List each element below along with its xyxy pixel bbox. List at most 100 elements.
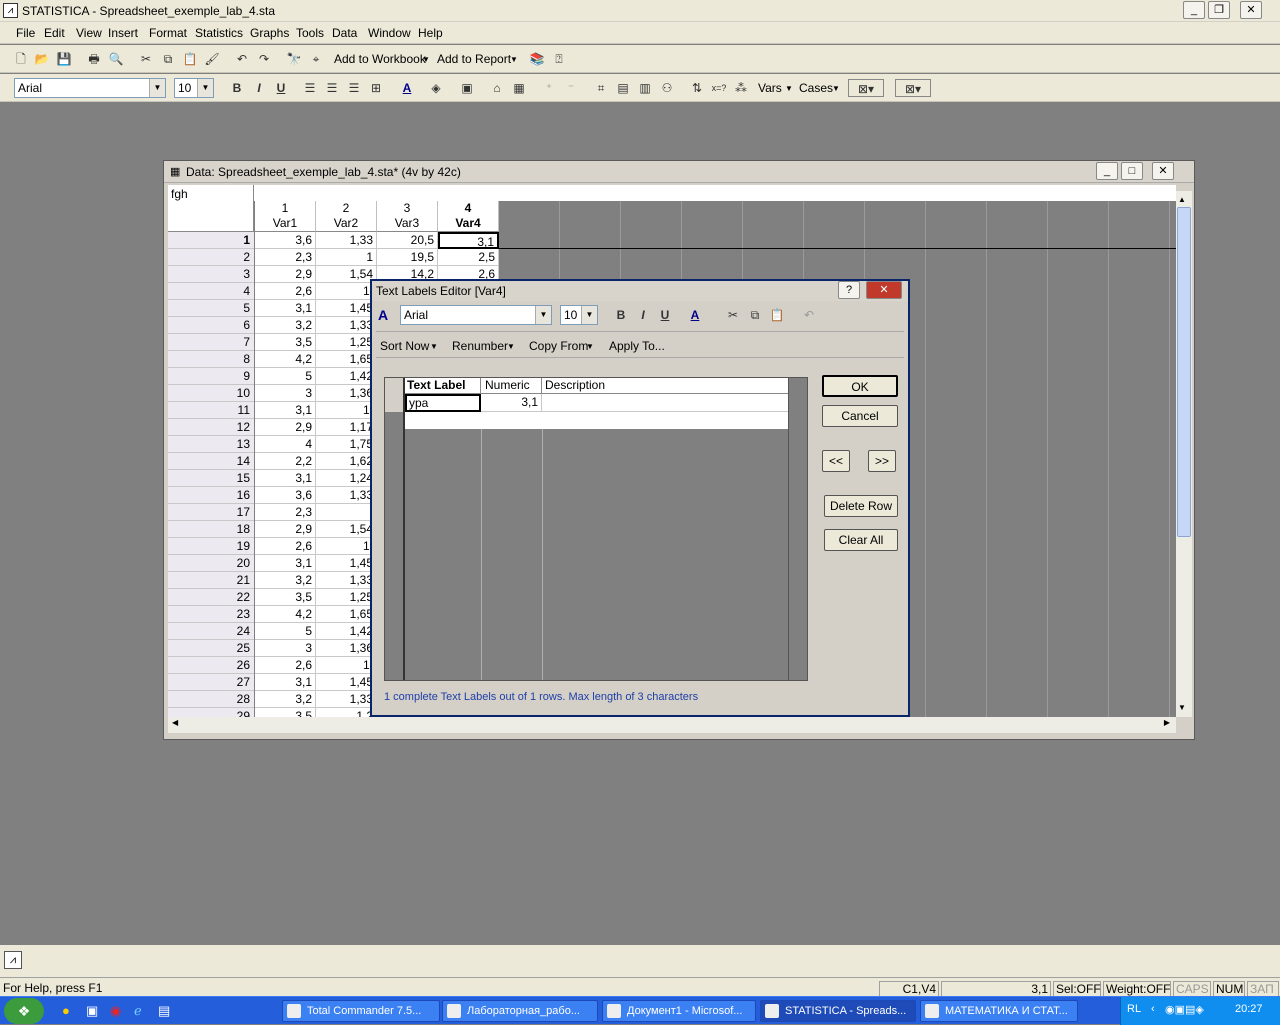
- table-cell[interactable]: 4: [255, 436, 316, 453]
- row-header[interactable]: 16: [168, 487, 254, 504]
- scroll-thumb[interactable]: [1177, 207, 1191, 537]
- redo-icon[interactable]: ↷: [255, 50, 273, 68]
- table-cell[interactable]: 3,6: [255, 232, 316, 249]
- row-header[interactable]: 5: [168, 300, 254, 317]
- numeric-cell[interactable]: 3,1: [481, 394, 542, 412]
- row-header[interactable]: 22: [168, 589, 254, 606]
- table-cell[interactable]: 3: [255, 640, 316, 657]
- task-word-doc[interactable]: Документ1 - Microsof...: [602, 1000, 756, 1022]
- menu-graphs[interactable]: Graphs: [250, 26, 289, 40]
- table-cell[interactable]: 3,2: [255, 691, 316, 708]
- chevron-down-icon[interactable]: ▼: [430, 342, 438, 351]
- table-cell[interactable]: 2,6: [255, 657, 316, 674]
- delete-row-button[interactable]: Delete Row: [824, 495, 898, 517]
- var-specs-icon[interactable]: ⌗: [592, 79, 610, 97]
- text-label-cell[interactable]: ypa: [405, 394, 481, 412]
- table-cell[interactable]: 2,2: [255, 453, 316, 470]
- table-cell[interactable]: 1,33: [316, 572, 377, 589]
- cancel-button[interactable]: Cancel: [822, 405, 898, 427]
- italic-button[interactable]: I: [250, 79, 268, 97]
- quicklaunch-icon[interactable]: ▣: [86, 1003, 98, 1019]
- menu-file[interactable]: File: [16, 26, 35, 40]
- row-header[interactable]: 14: [168, 453, 254, 470]
- cut-icon[interactable]: ✂: [137, 50, 155, 68]
- table-cell[interactable]: 1,54: [316, 521, 377, 538]
- table-cell[interactable]: 5: [255, 623, 316, 640]
- row-header[interactable]: 9: [168, 368, 254, 385]
- quicklaunch-icon[interactable]: ▤: [158, 1003, 170, 1019]
- table-cell[interactable]: 1,65: [316, 351, 377, 368]
- dialog-cut-icon[interactable]: ✂: [724, 306, 742, 324]
- table-cell[interactable]: 1,62: [316, 453, 377, 470]
- next-button[interactable]: >>: [868, 450, 896, 472]
- row-header[interactable]: 10: [168, 385, 254, 402]
- dw-close-button[interactable]: ✕: [1152, 162, 1174, 180]
- description-cell[interactable]: [542, 394, 788, 412]
- table-cell[interactable]: 3,6: [255, 487, 316, 504]
- menu-help[interactable]: Help: [418, 26, 443, 40]
- opera-icon[interactable]: ◉: [110, 1003, 121, 1019]
- table-cell[interactable]: 1,24: [316, 470, 377, 487]
- ok-button[interactable]: OK: [822, 375, 898, 397]
- chevron-down-icon[interactable]: ▼: [507, 342, 515, 351]
- table-cell[interactable]: 2,9: [255, 521, 316, 538]
- row-header[interactable]: 24: [168, 623, 254, 640]
- bold-button[interactable]: B: [228, 79, 246, 97]
- row-header[interactable]: 8: [168, 351, 254, 368]
- table-cell[interactable]: 3,2: [255, 317, 316, 334]
- table-cell[interactable]: [316, 504, 377, 521]
- text-labels-icon[interactable]: ▥: [636, 79, 654, 97]
- dialog-size-combo[interactable]: 10 ▼: [560, 305, 598, 325]
- chevron-down-icon[interactable]: ▼: [510, 55, 518, 64]
- table-cell[interactable]: 4,2: [255, 351, 316, 368]
- format-painter-icon[interactable]: 🖌: [203, 50, 221, 68]
- find-icon[interactable]: 🔭: [285, 50, 303, 68]
- chevron-down-icon[interactable]: ▼: [197, 79, 213, 97]
- table-cell[interactable]: 2,9: [255, 266, 316, 283]
- merge-icon[interactable]: ⊞: [367, 79, 385, 97]
- table-cell[interactable]: 1,45: [316, 674, 377, 691]
- minimize-button[interactable]: _: [1183, 1, 1205, 19]
- table-cell[interactable]: 1,75: [316, 436, 377, 453]
- language-indicator[interactable]: RL: [1127, 1003, 1141, 1015]
- menu-tools[interactable]: Tools: [296, 26, 324, 40]
- table-cell[interactable]: 3,1: [438, 232, 499, 249]
- sort-icon[interactable]: ⇅: [688, 79, 706, 97]
- table-cell[interactable]: 19,5: [377, 249, 438, 266]
- chevron-down-icon[interactable]: ▼: [785, 84, 793, 93]
- print-preview-icon[interactable]: 🔍: [107, 50, 125, 68]
- table-cell[interactable]: 1,65: [316, 606, 377, 623]
- underline-button[interactable]: U: [272, 79, 290, 97]
- paste-icon[interactable]: 📋: [181, 50, 199, 68]
- table-cell[interactable]: 3,2: [255, 572, 316, 589]
- table-cell[interactable]: 1,25: [316, 334, 377, 351]
- table-cell[interactable]: 1,: [316, 657, 377, 674]
- dialog-font-color-icon[interactable]: A: [686, 306, 704, 324]
- dialog-bold-button[interactable]: B: [612, 306, 630, 324]
- book-icon[interactable]: 📚: [528, 50, 546, 68]
- row-header[interactable]: 29: [168, 708, 254, 717]
- row-header[interactable]: 4: [168, 283, 254, 300]
- row-header[interactable]: 18: [168, 521, 254, 538]
- horizontal-scrollbar[interactable]: ◀ ▶: [168, 717, 1176, 733]
- row-header[interactable]: 20: [168, 555, 254, 572]
- row-header[interactable]: 23: [168, 606, 254, 623]
- previous-button[interactable]: <<: [822, 450, 850, 472]
- row-header[interactable]: 27: [168, 674, 254, 691]
- dialog-italic-button[interactable]: I: [634, 306, 652, 324]
- table-cell[interactable]: 1,36: [316, 640, 377, 657]
- row-header[interactable]: 28: [168, 691, 254, 708]
- row-header-1[interactable]: [385, 394, 405, 412]
- add-to-report-button[interactable]: Add to Report: [437, 52, 511, 66]
- goto-icon[interactable]: ⌖: [307, 50, 325, 68]
- table-cell[interactable]: 20,5: [377, 232, 438, 249]
- menu-window[interactable]: Window: [368, 26, 411, 40]
- sort-now-menu[interactable]: Sort Now: [380, 339, 429, 353]
- chevron-down-icon[interactable]: ▼: [586, 342, 594, 351]
- add-to-workbook-button[interactable]: Add to Workbook: [334, 52, 426, 66]
- table-cell[interactable]: 1,45: [316, 555, 377, 572]
- copy-icon[interactable]: ⧉: [159, 50, 177, 68]
- cases-icon[interactable]: ⚇: [658, 79, 676, 97]
- table-cell[interactable]: 2,6: [255, 538, 316, 555]
- table-cell[interactable]: 1,33: [316, 317, 377, 334]
